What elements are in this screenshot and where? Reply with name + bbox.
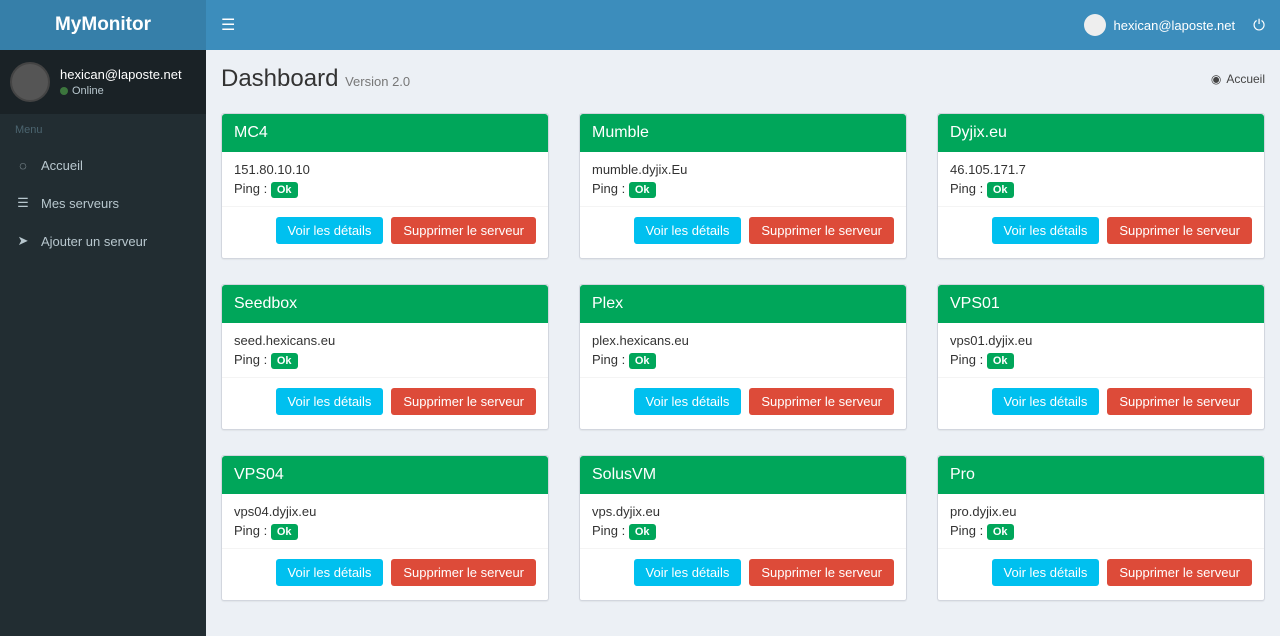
- sidebar: MyMonitor hexican@laposte.net Online Men…: [0, 0, 206, 636]
- server-grid: MC4 151.80.10.10 Ping : Ok Voir les détails…: [206, 93, 1280, 621]
- server-address: mumble.dyjix.Eu: [592, 162, 894, 177]
- server-card: MC4 151.80.10.10 Ping : Ok Voir les détails…: [221, 113, 549, 259]
- ping-badge: Ok: [629, 353, 656, 369]
- delete-button[interactable]: Supprimer le serveur: [749, 388, 894, 415]
- server-name: Dyjix.eu: [938, 114, 1264, 152]
- details-button[interactable]: Voir les détails: [276, 388, 384, 415]
- delete-button[interactable]: Supprimer le serveur: [749, 217, 894, 244]
- server-name: SolusVM: [580, 456, 906, 494]
- ping-badge: Ok: [629, 524, 656, 540]
- ping-badge: Ok: [271, 524, 298, 540]
- server-address: 46.105.171.7: [950, 162, 1252, 177]
- status-dot-icon: [60, 87, 68, 95]
- delete-button[interactable]: Supprimer le serveur: [1107, 388, 1252, 415]
- page-title-text: Dashboard: [221, 65, 338, 92]
- details-button[interactable]: Voir les détails: [992, 388, 1100, 415]
- ping-badge: Ok: [271, 353, 298, 369]
- power-icon[interactable]: ⏻: [1253, 17, 1265, 34]
- details-button[interactable]: Voir les détails: [634, 559, 742, 586]
- page-subtitle: Version 2.0: [345, 74, 410, 89]
- server-name: VPS04: [222, 456, 548, 494]
- server-ping: Ping : Ok: [592, 181, 894, 196]
- server-card: VPS01 vps01.dyjix.eu Ping : Ok Voir les dét…: [937, 284, 1265, 430]
- navbar-user[interactable]: hexican@laposte.net: [1084, 14, 1236, 36]
- page-title: Dashboard Version 2.0: [221, 65, 410, 93]
- server-name: Mumble: [580, 114, 906, 152]
- server-name: VPS01: [938, 285, 1264, 323]
- details-button[interactable]: Voir les détails: [634, 388, 742, 415]
- server-ping: Ping : Ok: [234, 181, 536, 196]
- home-icon: ◉: [1211, 72, 1221, 86]
- sidebar-user-email: hexican@laposte.net: [60, 67, 182, 82]
- sidebar-item-label: Accueil: [41, 158, 83, 173]
- server-card: Pro pro.dyjix.eu Ping : Ok Voir les détails…: [937, 455, 1265, 601]
- details-button[interactable]: Voir les détails: [634, 217, 742, 244]
- server-ping: Ping : Ok: [234, 352, 536, 367]
- details-button[interactable]: Voir les détails: [992, 217, 1100, 244]
- status-text: Online: [72, 85, 104, 97]
- delete-button[interactable]: Supprimer le serveur: [1107, 217, 1252, 244]
- avatar-icon: [1084, 14, 1106, 36]
- breadcrumb[interactable]: ◉ Accueil: [1211, 72, 1265, 86]
- server-name: Pro: [938, 456, 1264, 494]
- delete-button[interactable]: Supprimer le serveur: [749, 559, 894, 586]
- server-card: Dyjix.eu 46.105.171.7 Ping : Ok Voir les dé…: [937, 113, 1265, 259]
- server-address: vps04.dyjix.eu: [234, 504, 536, 519]
- server-ping: Ping : Ok: [234, 523, 536, 538]
- server-address: plex.hexicans.eu: [592, 333, 894, 348]
- server-ping: Ping : Ok: [950, 181, 1252, 196]
- server-address: vps01.dyjix.eu: [950, 333, 1252, 348]
- server-ping: Ping : Ok: [592, 352, 894, 367]
- server-ping: Ping : Ok: [950, 352, 1252, 367]
- dashboard-icon: ◌: [15, 157, 31, 173]
- delete-button[interactable]: Supprimer le serveur: [391, 559, 536, 586]
- server-card: Plex plex.hexicans.eu Ping : Ok Voir les dé…: [579, 284, 907, 430]
- hamburger-icon[interactable]: ☰: [221, 15, 235, 35]
- ping-badge: Ok: [987, 182, 1014, 198]
- ping-badge: Ok: [987, 353, 1014, 369]
- avatar: [10, 62, 50, 102]
- sidebar-item-label: Mes serveurs: [41, 196, 119, 211]
- server-card: VPS04 vps04.dyjix.eu Ping : Ok Voir les dét…: [221, 455, 549, 601]
- delete-button[interactable]: Supprimer le serveur: [391, 217, 536, 244]
- details-button[interactable]: Voir les détails: [276, 217, 384, 244]
- sidebar-menu-header: Menu: [0, 114, 206, 146]
- brand-logo[interactable]: MyMonitor: [0, 0, 206, 50]
- top-navbar: ☰ hexican@laposte.net ⏻: [206, 0, 1280, 50]
- server-card: Mumble mumble.dyjix.Eu Ping : Ok Voir les d…: [579, 113, 907, 259]
- sidebar-user-status: Online: [60, 85, 182, 97]
- ping-badge: Ok: [987, 524, 1014, 540]
- sidebar-item-label: Ajouter un serveur: [41, 234, 147, 249]
- list-icon: ☰: [15, 195, 31, 211]
- delete-button[interactable]: Supprimer le serveur: [1107, 559, 1252, 586]
- sidebar-item-add-server[interactable]: ➤ Ajouter un serveur: [0, 222, 206, 260]
- details-button[interactable]: Voir les détails: [276, 559, 384, 586]
- sidebar-item-accueil[interactable]: ◌ Accueil: [0, 146, 206, 184]
- server-address: 151.80.10.10: [234, 162, 536, 177]
- content-header: Dashboard Version 2.0 ◉ Accueil: [206, 50, 1280, 93]
- delete-button[interactable]: Supprimer le serveur: [391, 388, 536, 415]
- server-name: MC4: [222, 114, 548, 152]
- server-address: pro.dyjix.eu: [950, 504, 1252, 519]
- sidebar-user-panel: hexican@laposte.net Online: [0, 50, 206, 114]
- share-icon: ➤: [15, 233, 31, 249]
- server-card: SolusVM vps.dyjix.eu Ping : Ok Voir les dét…: [579, 455, 907, 601]
- sidebar-item-servers[interactable]: ☰ Mes serveurs: [0, 184, 206, 222]
- ping-badge: Ok: [271, 182, 298, 198]
- server-name: Plex: [580, 285, 906, 323]
- server-address: seed.hexicans.eu: [234, 333, 536, 348]
- ping-badge: Ok: [629, 182, 656, 198]
- breadcrumb-text: Accueil: [1226, 72, 1265, 86]
- server-ping: Ping : Ok: [592, 523, 894, 538]
- server-address: vps.dyjix.eu: [592, 504, 894, 519]
- navbar-user-email: hexican@laposte.net: [1114, 18, 1236, 33]
- server-name: Seedbox: [222, 285, 548, 323]
- server-card: Seedbox seed.hexicans.eu Ping : Ok Voir les…: [221, 284, 549, 430]
- details-button[interactable]: Voir les détails: [992, 559, 1100, 586]
- server-ping: Ping : Ok: [950, 523, 1252, 538]
